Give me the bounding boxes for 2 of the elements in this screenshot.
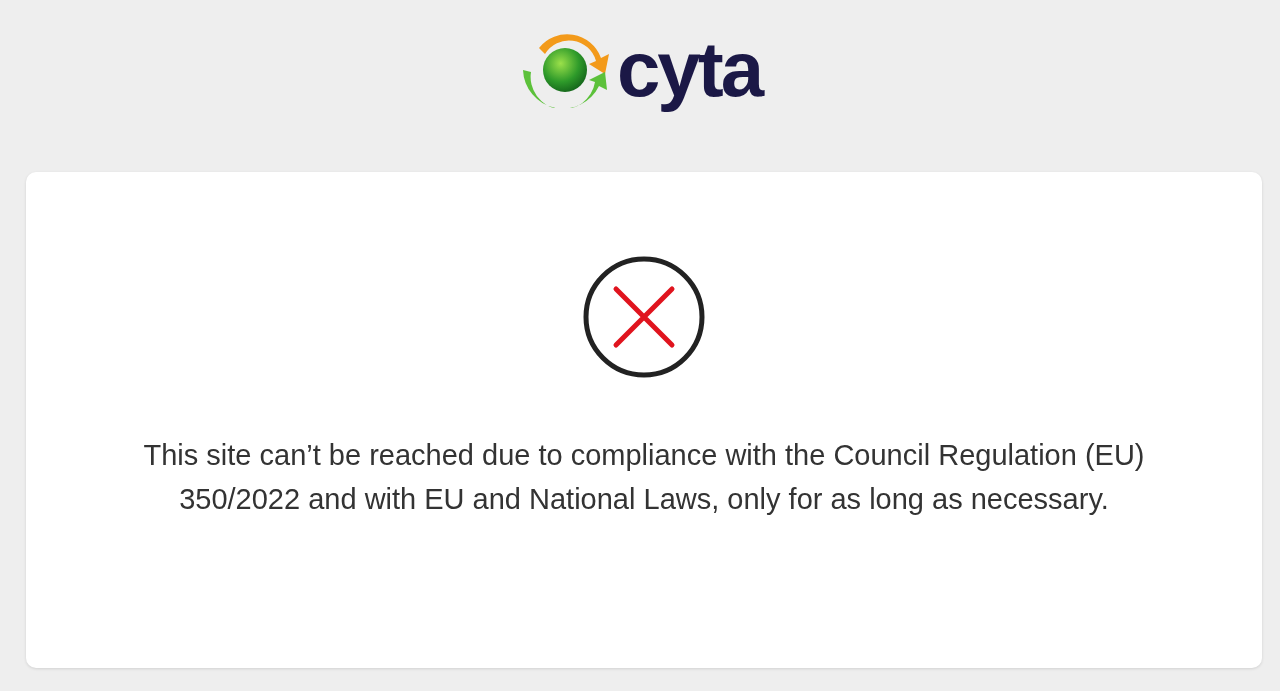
error-message: This site can’t be reached due to compliance with the Council Regulation (EU) 350/2022 and with EU and National Laws, only for as long as necessary. [142, 438, 1146, 517]
error-icon [582, 255, 706, 379]
